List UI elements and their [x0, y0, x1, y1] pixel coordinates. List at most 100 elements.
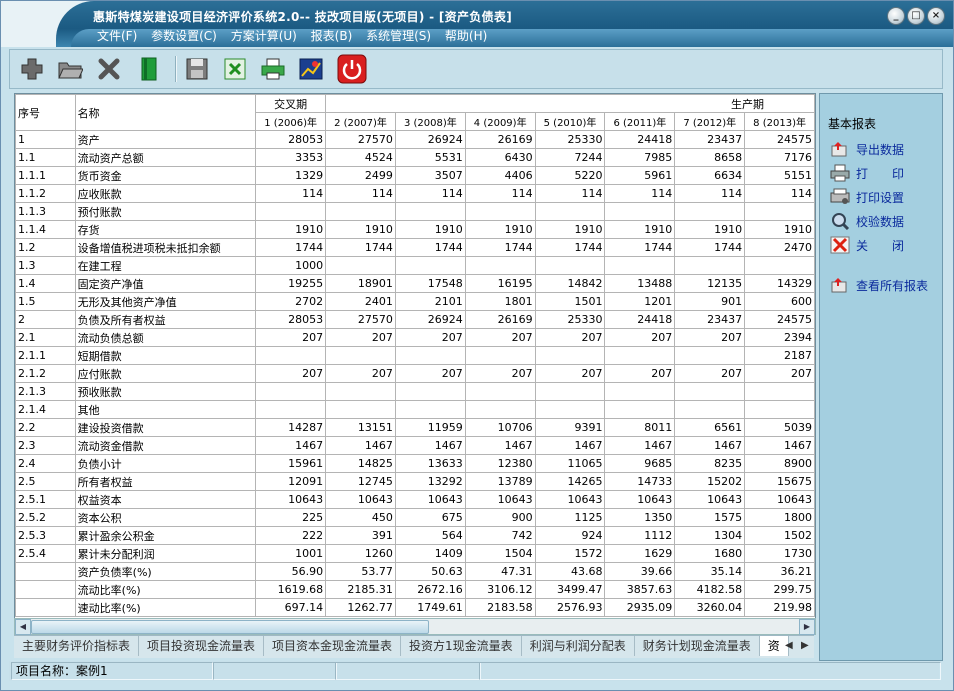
name-cell[interactable]: 短期借款 [74, 346, 257, 365]
value-cell[interactable]: 1262.77 [325, 598, 396, 617]
seq-cell[interactable]: 1.3 [15, 256, 76, 275]
value-cell[interactable]: 1800 [744, 508, 815, 527]
menu-calc[interactable]: 方案计算(U) [231, 29, 297, 43]
verify-data-button[interactable]: 校验数据 [830, 211, 904, 231]
value-cell[interactable] [394, 382, 466, 401]
name-cell[interactable]: 建设投资借款 [74, 418, 257, 437]
value-cell[interactable] [534, 346, 606, 365]
value-cell[interactable]: 1201 [604, 292, 676, 311]
minimize-button[interactable]: _ [887, 7, 905, 25]
value-cell[interactable]: 10643 [744, 490, 815, 509]
value-cell[interactable]: 1000 [255, 256, 327, 275]
value-cell[interactable]: 6561 [674, 418, 746, 437]
value-cell[interactable]: 1304 [674, 526, 746, 545]
value-cell[interactable]: 2499 [325, 166, 396, 185]
power-icon[interactable] [337, 54, 367, 84]
value-cell[interactable]: 6634 [674, 166, 746, 185]
name-cell[interactable]: 预付账款 [74, 202, 257, 221]
value-cell[interactable]: 1744 [674, 238, 746, 257]
value-cell[interactable]: 3857.63 [604, 580, 676, 599]
table-row[interactable]: 1.2 设备增值税进项税未抵扣余额 1744 1744 1744 1744 1744 1744… [15, 238, 815, 257]
value-cell[interactable]: 3106.12 [464, 580, 536, 599]
value-cell[interactable]: 742 [464, 526, 536, 545]
seq-cell[interactable]: 2.2 [15, 418, 76, 437]
value-cell[interactable]: 24418 [604, 130, 676, 149]
value-cell[interactable]: 15675 [744, 472, 815, 491]
value-cell[interactable]: 1910 [744, 220, 815, 239]
value-cell[interactable]: 43.68 [534, 562, 606, 581]
seq-cell[interactable] [15, 562, 76, 581]
value-cell[interactable]: 1504 [464, 544, 536, 563]
value-cell[interactable] [394, 400, 466, 419]
name-cell[interactable]: 资产负债率(%) [74, 562, 257, 581]
value-cell[interactable]: 1730 [744, 544, 815, 563]
value-cell[interactable]: 225 [255, 508, 327, 527]
value-cell[interactable]: 8900 [744, 454, 815, 473]
value-cell[interactable]: 26924 [394, 130, 466, 149]
value-cell[interactable]: 114 [604, 184, 676, 203]
seq-cell[interactable]: 2.5.2 [15, 508, 76, 527]
value-cell[interactable]: 1744 [325, 238, 396, 257]
value-cell[interactable]: 36.21 [744, 562, 815, 581]
name-cell[interactable]: 权益资本 [74, 490, 257, 509]
table-row[interactable]: 1.5 无形及其他资产净值 2702 2401 2101 1801 1501 1201 901 6… [15, 292, 815, 311]
value-cell[interactable]: 600 [744, 292, 815, 311]
value-cell[interactable]: 10643 [604, 490, 676, 509]
value-cell[interactable]: 2183.58 [464, 598, 536, 617]
value-cell[interactable]: 7985 [604, 148, 676, 167]
table-row[interactable]: 速动比率(%) 697.14 1262.77 1749.61 2183.58 2576.9… [15, 598, 815, 617]
value-cell[interactable]: 18901 [325, 274, 396, 293]
value-cell[interactable]: 207 [744, 364, 815, 383]
value-cell[interactable]: 2935.09 [604, 598, 676, 617]
value-cell[interactable]: 10643 [534, 490, 606, 509]
value-cell[interactable]: 2401 [325, 292, 396, 311]
value-cell[interactable]: 2470 [744, 238, 815, 257]
seq-cell[interactable]: 1.1.3 [15, 202, 76, 221]
value-cell[interactable]: 1467 [255, 436, 327, 455]
value-cell[interactable]: 14825 [325, 454, 396, 473]
value-cell[interactable]: 1680 [674, 544, 746, 563]
table-row[interactable]: 1.1.2 应收账款 114 114 114 114 114 114 114 114 [15, 184, 815, 203]
value-cell[interactable]: 1744 [464, 238, 536, 257]
export-data-button[interactable]: 导出数据 [830, 139, 904, 159]
value-cell[interactable]: 14329 [744, 274, 815, 293]
save-icon[interactable] [184, 56, 210, 82]
value-cell[interactable]: 114 [325, 184, 396, 203]
value-cell[interactable] [325, 256, 396, 275]
name-cell[interactable]: 应付账款 [74, 364, 257, 383]
value-cell[interactable]: 8011 [604, 418, 676, 437]
name-cell[interactable]: 负债小计 [74, 454, 257, 473]
value-cell[interactable]: 11065 [534, 454, 606, 473]
table-row[interactable]: 2.5.2 资本公积 225 450 675 900 1125 1350 1575 1800 [15, 508, 815, 527]
value-cell[interactable]: 12091 [255, 472, 327, 491]
table-row[interactable]: 2.1.4 其他 [15, 400, 815, 419]
tab-project-investment-cashflow[interactable]: 项目投资现金流量表 [139, 636, 265, 656]
value-cell[interactable]: 4524 [325, 148, 396, 167]
value-cell[interactable]: 2672.16 [394, 580, 466, 599]
value-cell[interactable] [255, 382, 327, 401]
excel-icon[interactable] [222, 56, 248, 82]
value-cell[interactable] [674, 256, 746, 275]
value-cell[interactable]: 24418 [604, 310, 676, 329]
delete-icon[interactable] [96, 56, 122, 82]
seq-cell[interactable]: 1.5 [15, 292, 76, 311]
close-button[interactable]: × [927, 7, 945, 25]
seq-cell[interactable]: 1.1.2 [15, 184, 76, 203]
value-cell[interactable] [744, 256, 815, 275]
value-cell[interactable] [744, 382, 815, 401]
value-cell[interactable]: 10643 [394, 490, 466, 509]
value-cell[interactable]: 4182.58 [674, 580, 746, 599]
value-cell[interactable]: 10643 [464, 490, 536, 509]
value-cell[interactable]: 114 [534, 184, 606, 203]
value-cell[interactable]: 14842 [534, 274, 606, 293]
name-cell[interactable]: 固定资产净值 [74, 274, 257, 293]
seq-cell[interactable]: 2.1.3 [15, 382, 76, 401]
print-icon[interactable] [260, 56, 286, 82]
tab-next-icon[interactable]: ▶ [801, 640, 809, 651]
chart-icon[interactable] [298, 56, 324, 82]
value-cell[interactable]: 19255 [255, 274, 327, 293]
value-cell[interactable] [464, 202, 536, 221]
value-cell[interactable]: 17548 [394, 274, 466, 293]
value-cell[interactable]: 207 [394, 328, 466, 347]
tab-main-indicators[interactable]: 主要财务评价指标表 [14, 636, 140, 656]
